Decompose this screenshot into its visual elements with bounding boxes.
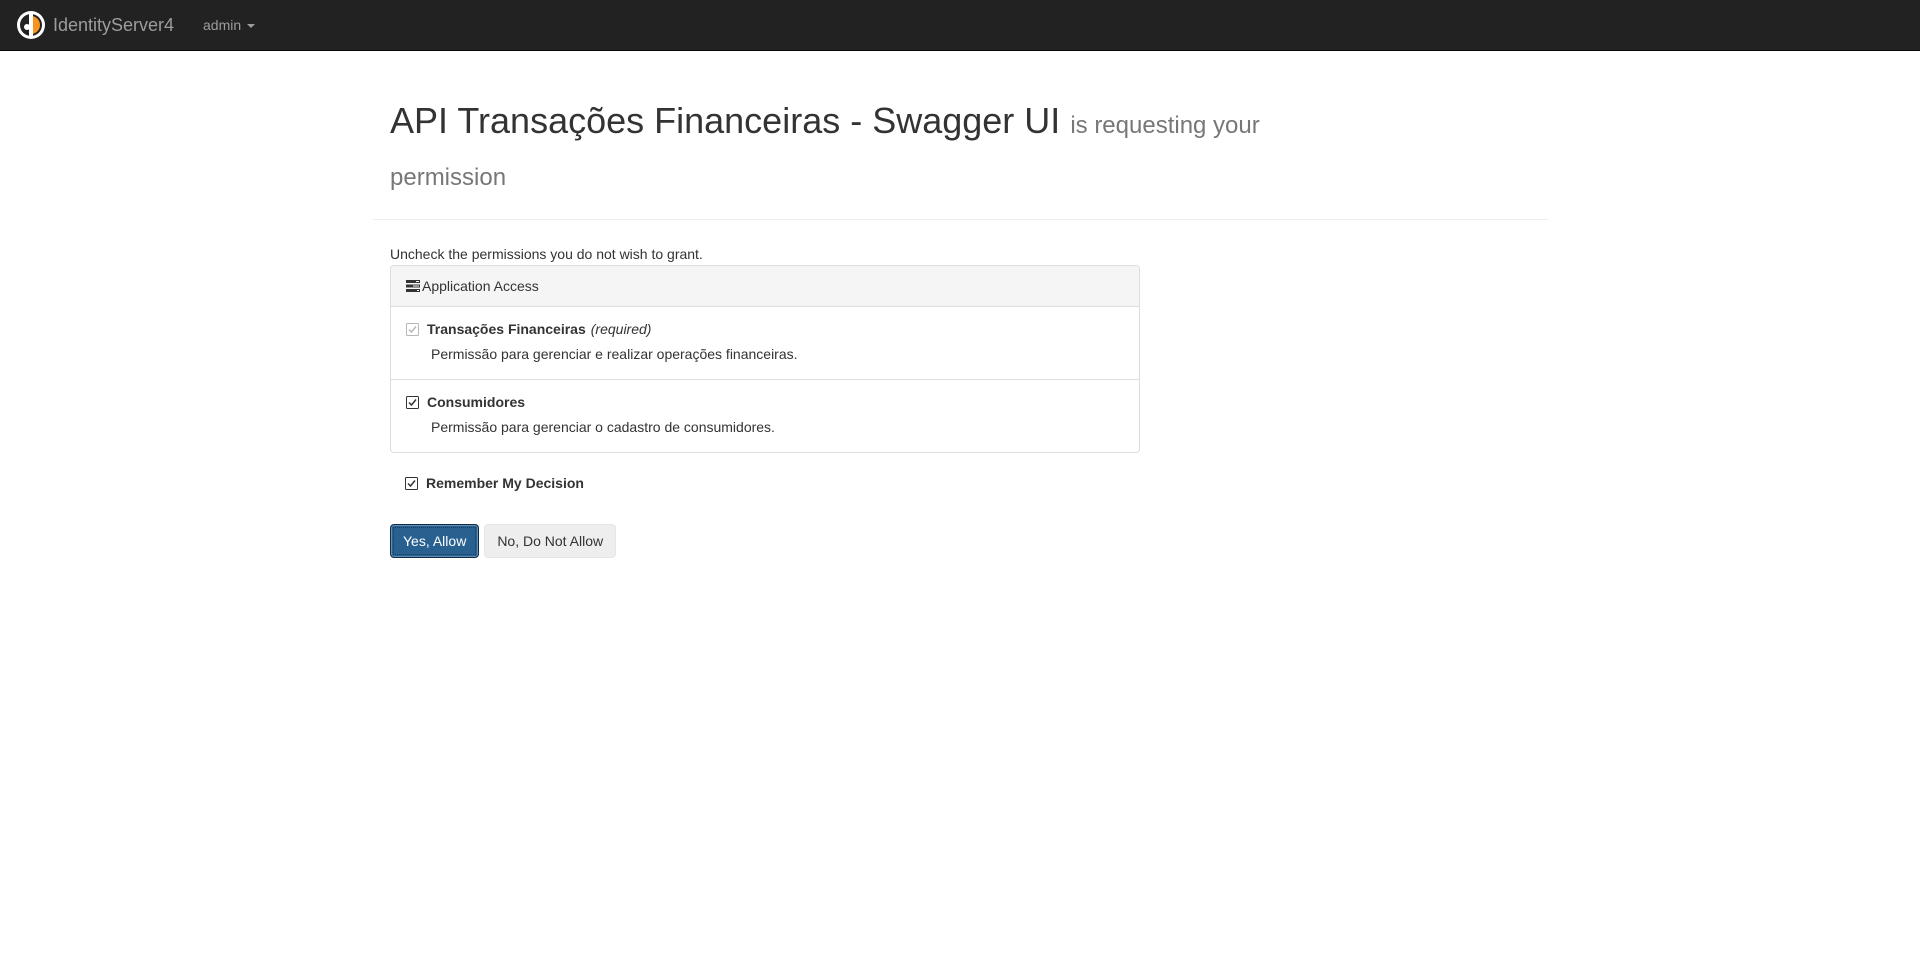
caret-down-icon (247, 24, 256, 28)
consent-title: API Transações Financeiras - Swagger UI … (390, 95, 1270, 199)
tasks-icon (406, 280, 420, 292)
remember-decision-label: Remember My Decision (426, 475, 584, 491)
application-access-panel: Application Access Transações Financeira… (390, 265, 1140, 453)
allow-button[interactable]: Yes, Allow (390, 524, 480, 558)
remember-decision: Remember My Decision (405, 474, 584, 492)
brand-name: IdentityServer4 (53, 15, 175, 35)
identityserver-logo-icon (17, 11, 45, 39)
scope-description: Permissão para gerenciar o cadastro de c… (431, 419, 775, 435)
scope-checkbox-consumidores[interactable] (406, 395, 419, 409)
panel-heading-label: Application Access (422, 278, 539, 294)
user-menu-toggle[interactable]: admin (203, 15, 256, 35)
scope-name: Transações Financeiras (427, 321, 586, 337)
top-navbar: IdentityServer4 admin (0, 0, 1920, 51)
user-name: admin (203, 17, 242, 33)
panel-heading: Application Access (391, 266, 1139, 307)
scope-description: Permissão para gerenciar e realizar oper… (431, 346, 798, 362)
scope-checkbox-transacoes[interactable] (406, 322, 419, 336)
remember-decision-checkbox[interactable] (405, 476, 418, 490)
page-header: API Transações Financeiras - Swagger UI … (373, 95, 1548, 220)
consent-instruction: Uncheck the permissions you do not wish … (390, 246, 703, 262)
navbar-brand[interactable]: IdentityServer4 (16, 10, 174, 40)
consent-buttons: Yes, Allow No, Do Not Allow (390, 524, 621, 558)
scope-item-consumidores: Consumidores Permissão para gerenciar o … (391, 380, 1139, 452)
scope-name: Consumidores (427, 394, 526, 410)
scope-required-label: (required) (590, 321, 652, 337)
client-name: API Transações Financeiras - Swagger UI (390, 100, 1061, 141)
scope-item-transacoes: Transações Financeiras (required) Permis… (391, 307, 1139, 380)
deny-button[interactable]: No, Do Not Allow (484, 524, 617, 558)
